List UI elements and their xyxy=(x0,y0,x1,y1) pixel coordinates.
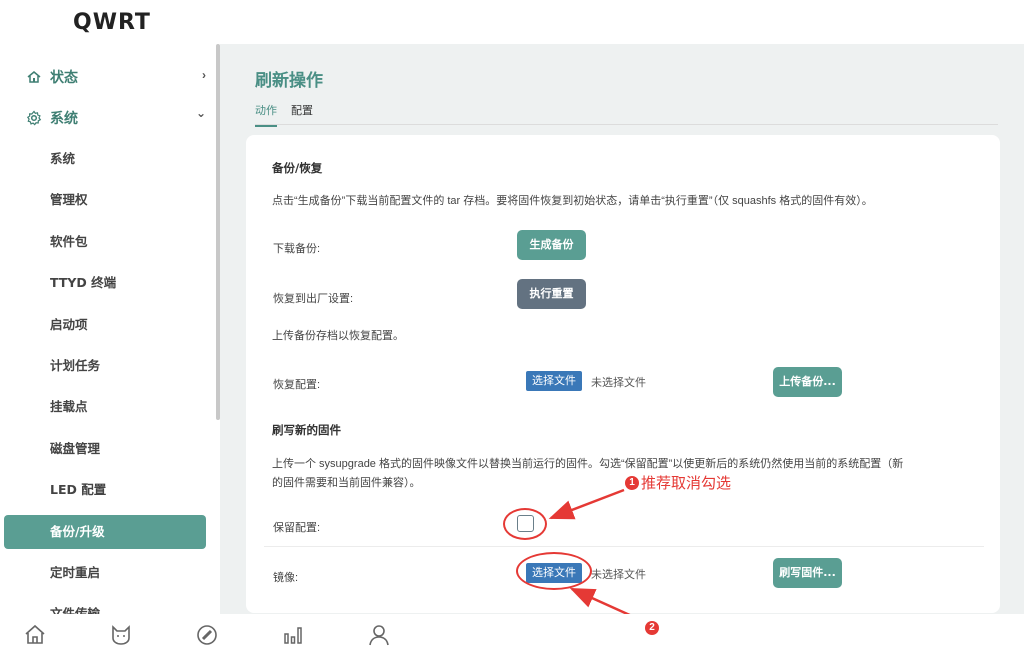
sidebar-item-led[interactable]: LED 配置 xyxy=(4,473,206,507)
sidebar-item-crontab[interactable]: 计划任务 xyxy=(4,349,206,383)
sidebar-item-label: 系统 xyxy=(50,110,78,126)
row-divider xyxy=(264,546,984,547)
tab-divider xyxy=(255,124,998,125)
keep-settings-label: 保留配置: xyxy=(273,522,321,534)
sidebar-item-ttyd[interactable]: TTYD 终端 xyxy=(4,266,206,300)
annotation-badge-1: 1 xyxy=(625,476,639,490)
annotation-badge-2: 2 xyxy=(645,621,659,635)
flash-section-title: 刷写新的固件 xyxy=(272,423,341,437)
image-label: 镜像: xyxy=(273,572,299,584)
sidebar-item-mounts[interactable]: 挂载点 xyxy=(4,390,206,424)
flash-description-line2: 的固件需要和当前固件兼容）。 xyxy=(272,477,421,489)
sidebar-item-file-transfer[interactable]: 文件传输 xyxy=(4,597,206,614)
sidebar-item-startup[interactable]: 启动项 xyxy=(4,308,206,342)
sidebar-item-label: 状态 xyxy=(50,69,78,85)
cat-icon[interactable] xyxy=(109,623,133,647)
page-title: 刷新操作 xyxy=(255,71,323,91)
backup-section-title: 备份/恢复 xyxy=(272,161,323,175)
flash-description-line1: 上传一个 sysupgrade 格式的固件映像文件以替换当前运行的固件。勾选“保… xyxy=(272,458,904,470)
factory-reset-label: 恢复到出厂设置: xyxy=(273,293,354,305)
top-header: QWRT xyxy=(0,0,1024,44)
annotation-circle-choose-file xyxy=(516,552,592,590)
upload-backup-button[interactable]: 上传备份... xyxy=(773,367,842,397)
backup-description: 点击“生成备份”下载当前配置文件的 tar 存档。要将固件恢复到初始状态，请单击… xyxy=(272,195,873,207)
restore-no-file-text: 未选择文件 xyxy=(591,377,646,389)
image-no-file-text: 未选择文件 xyxy=(591,569,646,581)
upload-backup-hint: 上传备份存档以恢复配置。 xyxy=(272,330,404,342)
restore-choose-file-button[interactable]: 选择文件 xyxy=(526,371,582,391)
gear-icon xyxy=(26,110,42,126)
restore-config-label: 恢复配置: xyxy=(273,379,321,391)
sidebar-item-disk[interactable]: 磁盘管理 xyxy=(4,432,206,466)
flash-firmware-button[interactable]: 刷写固件... xyxy=(773,558,842,588)
home-icon[interactable] xyxy=(23,623,47,647)
sidebar: 状态 › 系统 ⌄ 系统 管理权 软件包 TTYD 终端 启动项 计划任务 挂载… xyxy=(0,44,220,614)
bar-chart-icon[interactable] xyxy=(281,623,305,647)
sidebar-item-backup-upgrade[interactable]: 备份/升级 xyxy=(4,515,206,549)
brand-logo[interactable]: QWRT xyxy=(73,10,151,35)
chevron-down-icon: ⌄ xyxy=(195,106,206,120)
sidebar-item-status[interactable]: 状态 › xyxy=(26,65,206,89)
sidebar-item-system-sub[interactable]: 系统 xyxy=(4,142,206,176)
generate-backup-button[interactable]: 生成备份 xyxy=(517,230,586,260)
sidebar-scrollbar[interactable] xyxy=(216,44,220,420)
sidebar-item-packages[interactable]: 软件包 xyxy=(4,225,206,259)
sidebar-item-reboot-schedule[interactable]: 定时重启 xyxy=(4,556,206,590)
sidebar-item-system[interactable]: 系统 ⌄ xyxy=(26,106,206,130)
chevron-right-icon: › xyxy=(202,68,206,82)
user-icon[interactable] xyxy=(367,623,391,647)
bottom-nav-bar xyxy=(0,614,1024,654)
annotation-note-1: 推荐取消勾选 xyxy=(641,474,732,492)
download-backup-label: 下载备份: xyxy=(273,243,321,255)
home-icon xyxy=(26,69,42,85)
compass-icon[interactable] xyxy=(195,623,219,647)
sidebar-item-admin[interactable]: 管理权 xyxy=(4,183,206,217)
perform-reset-button[interactable]: 执行重置 xyxy=(517,279,586,309)
annotation-circle-checkbox xyxy=(503,508,547,540)
